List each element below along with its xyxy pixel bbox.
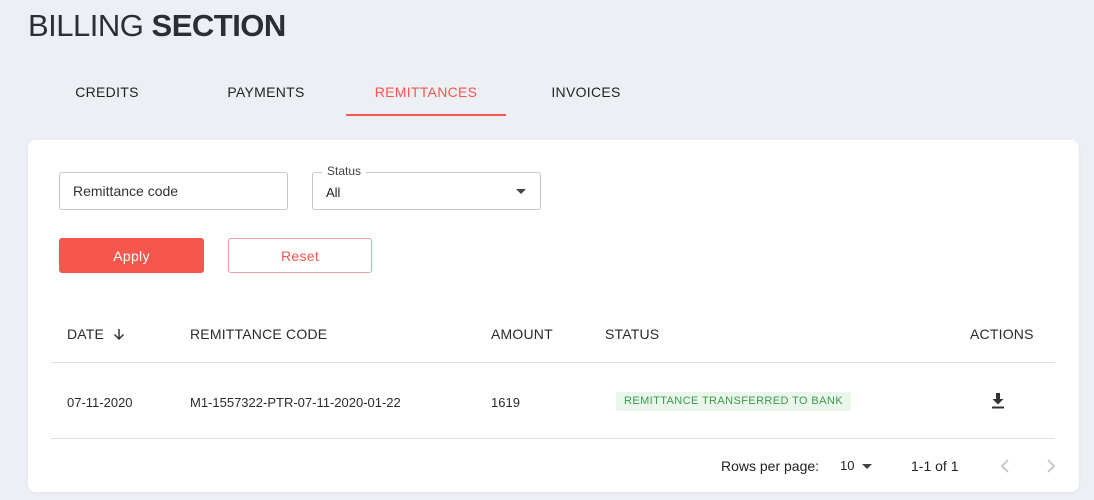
- tab-invoices[interactable]: INVOICES: [506, 72, 666, 116]
- arrow-down-icon: [114, 329, 125, 341]
- row-amount: 1619: [491, 395, 520, 410]
- tab-payments[interactable]: PAYMENTS: [186, 72, 346, 116]
- billing-tabs: CREDITS PAYMENTS REMITTANCES INVOICES: [28, 72, 666, 116]
- next-page-icon[interactable]: [1044, 456, 1058, 476]
- tab-credits[interactable]: CREDITS: [28, 72, 186, 116]
- rows-per-page-select[interactable]: 10: [840, 458, 854, 473]
- column-header-status: STATUS: [605, 326, 660, 342]
- status-select-label: Status: [322, 164, 367, 178]
- download-icon[interactable]: [991, 392, 1005, 409]
- chevron-down-icon: [516, 189, 526, 194]
- header-divider: [51, 362, 1055, 363]
- column-header-remittance-code: REMITTANCE CODE: [190, 326, 328, 342]
- status-badge: REMITTANCE TRANSFERRED TO BANK: [616, 392, 851, 411]
- column-header-date[interactable]: DATE: [67, 326, 126, 342]
- remittances-card: Status All Apply Reset DATE REMITTANCE C…: [28, 140, 1079, 492]
- column-header-actions: ACTIONS: [970, 326, 1034, 342]
- row-date: 07-11-2020: [67, 395, 133, 410]
- column-header-amount: AMOUNT: [491, 326, 553, 342]
- row-remittance-code: M1-1557322-PTR-07-11-2020-01-22: [190, 395, 401, 410]
- column-header-date-label: DATE: [67, 326, 105, 342]
- pagination-range: 1-1 of 1: [911, 458, 959, 474]
- page-title: BILLING SECTION: [28, 8, 286, 44]
- tab-remittances[interactable]: REMITTANCES: [346, 72, 506, 116]
- page-title-light: BILLING: [28, 8, 144, 43]
- apply-button[interactable]: Apply: [59, 238, 204, 273]
- previous-page-icon[interactable]: [998, 456, 1012, 476]
- status-select[interactable]: Status All: [312, 164, 541, 210]
- remittance-code-field[interactable]: [59, 172, 288, 210]
- rows-per-page-label: Rows per page:: [721, 458, 820, 474]
- page-title-bold: SECTION: [151, 8, 287, 43]
- reset-button[interactable]: Reset: [228, 238, 372, 273]
- remittance-code-input[interactable]: [60, 173, 287, 209]
- row-divider: [51, 438, 1055, 439]
- status-select-value: All: [326, 185, 341, 200]
- chevron-down-icon[interactable]: [862, 464, 872, 469]
